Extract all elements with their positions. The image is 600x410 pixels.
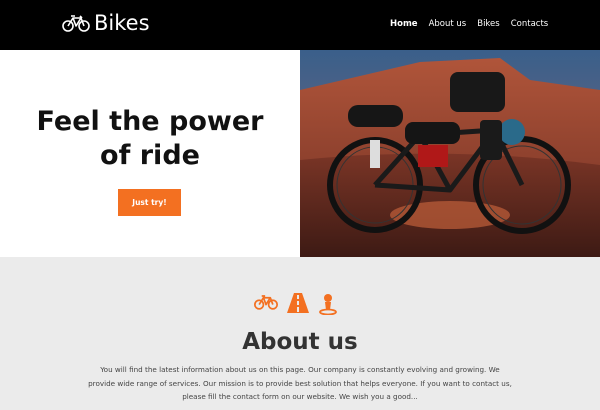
hero-title-line1: Feel the power xyxy=(36,106,264,137)
about-text: You will find the latest information abo… xyxy=(88,365,512,401)
about-title: About us xyxy=(242,329,358,355)
hero-section: Feel the power of ride Just try! xyxy=(0,50,300,257)
logo-text: Bikes xyxy=(94,11,150,35)
nav-about-us[interactable]: About us xyxy=(429,19,467,29)
hero-title: Feel the power of ride xyxy=(20,105,280,173)
location-pin-icon xyxy=(318,293,338,319)
logo[interactable]: Bikes xyxy=(62,11,150,35)
site-header: Bikes Home About us Bikes Contacts xyxy=(0,0,600,50)
bicycle-icon xyxy=(254,293,278,319)
about-section: About us You will find the latest inform… xyxy=(0,257,600,410)
hero-bike-photo xyxy=(300,50,600,257)
bike-desert-image xyxy=(300,50,600,257)
road-icon xyxy=(287,293,309,319)
nav-bikes[interactable]: Bikes xyxy=(477,19,499,29)
main-nav: Home About us Bikes Contacts xyxy=(390,19,559,29)
bicycle-icon xyxy=(62,15,90,32)
about-icons xyxy=(254,293,347,319)
just-try-button[interactable]: Just try! xyxy=(118,189,181,216)
hero-title-line2: of ride xyxy=(100,140,200,171)
nav-home[interactable]: Home xyxy=(390,19,418,29)
nav-contacts[interactable]: Contacts xyxy=(511,19,549,29)
